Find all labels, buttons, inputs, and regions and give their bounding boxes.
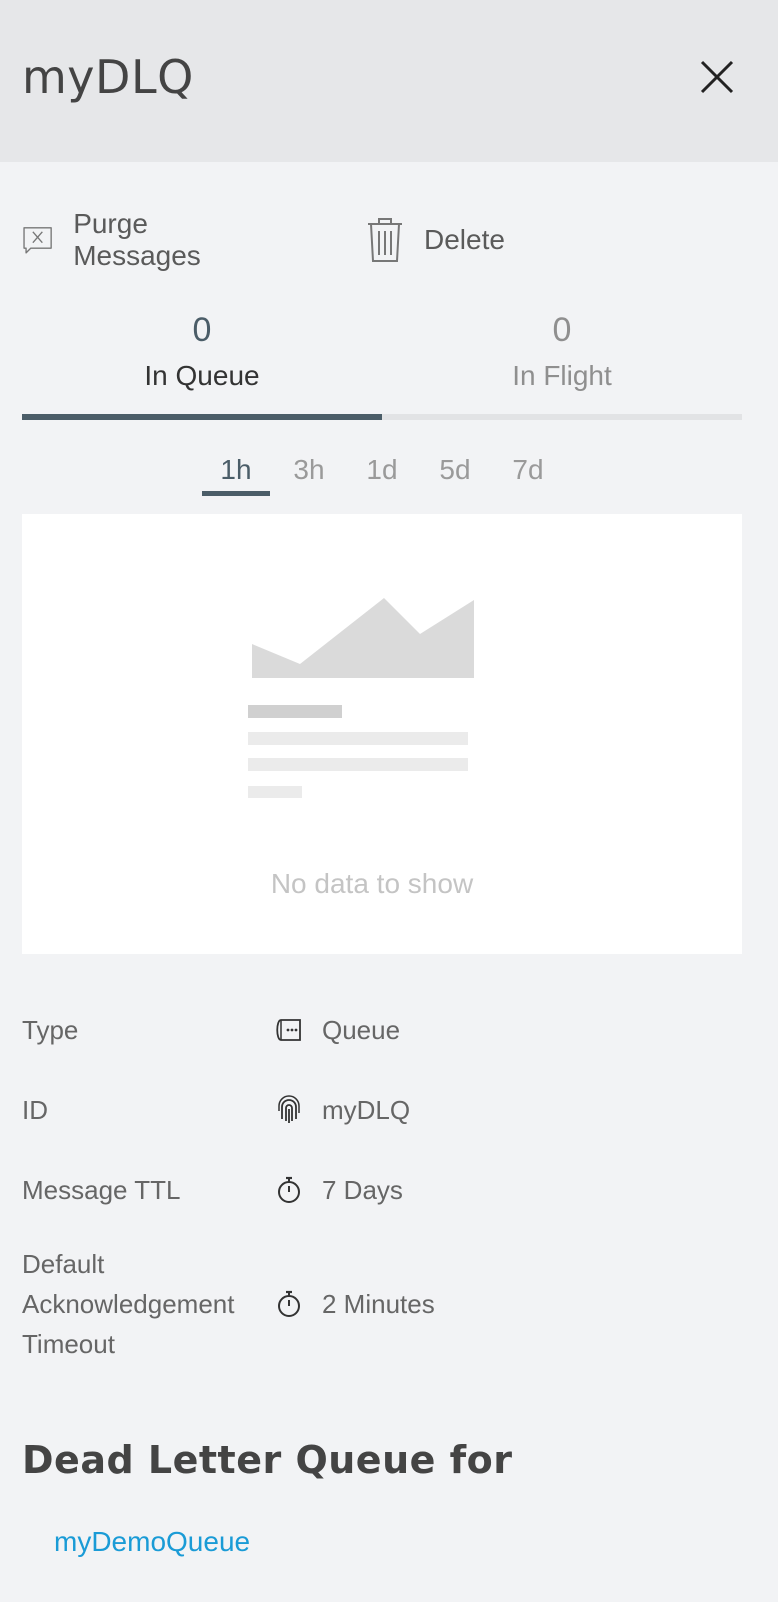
queue-icon (276, 1019, 301, 1041)
range-3h[interactable]: 3h (275, 448, 343, 496)
range-1d[interactable]: 1d (348, 448, 416, 496)
panel-title: myDLQ (22, 50, 194, 104)
property-key-line: Default (22, 1249, 105, 1279)
range-7d[interactable]: 7d (494, 448, 562, 496)
property-value: myDLQ (322, 1095, 411, 1125)
property-key: ID (22, 1095, 48, 1125)
chart-panel: No data to show (22, 514, 742, 954)
in-queue-label: In Queue (144, 360, 260, 391)
tab-in-flight[interactable]: 0 In Flight (382, 306, 742, 406)
trash-icon (368, 218, 402, 262)
delete-button[interactable]: Delete (366, 214, 505, 266)
in-flight-label: In Flight (512, 360, 612, 391)
no-data-message: No data to show (270, 868, 474, 899)
fingerprint-icon (278, 1095, 300, 1123)
stopwatch-icon (278, 1290, 300, 1317)
range-5d[interactable]: 5d (421, 448, 489, 496)
property-value: Queue (322, 1015, 401, 1045)
property-key-line: Acknowledgement (22, 1289, 235, 1319)
in-flight-count: 0 (552, 311, 572, 349)
panel-header: myDLQ (0, 0, 778, 162)
property-key: Message TTL (22, 1175, 181, 1205)
stopwatch-icon (278, 1176, 300, 1203)
dead-letter-heading: Dead Letter Queue for (22, 1438, 513, 1482)
range-1h[interactable]: 1h (202, 448, 270, 496)
tab-active-indicator (22, 414, 382, 420)
close-icon[interactable] (694, 54, 740, 100)
property-key: Default Acknowledgement Timeout (22, 1244, 262, 1364)
source-queue-link[interactable]: myDemoQueue (54, 1526, 250, 1558)
time-range-selector: 1h 3h 1d 5d 7d (0, 448, 778, 500)
metrics-tabs: 0 In Queue 0 In Flight (22, 306, 742, 420)
property-key: Type (22, 1015, 79, 1045)
purge-messages-icon (23, 227, 52, 254)
tab-in-queue[interactable]: 0 In Queue (22, 306, 382, 406)
in-queue-count: 0 (192, 311, 212, 349)
delete-label: Delete (424, 224, 505, 255)
close-button[interactable] (694, 54, 740, 100)
property-value: 7 Days (322, 1175, 403, 1205)
purge-messages-button[interactable]: Purge Messages (22, 208, 216, 271)
empty-chart-illustration (248, 598, 474, 798)
property-value: 2 Minutes (322, 1289, 435, 1319)
property-key-line: Timeout (22, 1329, 115, 1359)
purge-messages-label: Purge Messages (73, 208, 201, 271)
